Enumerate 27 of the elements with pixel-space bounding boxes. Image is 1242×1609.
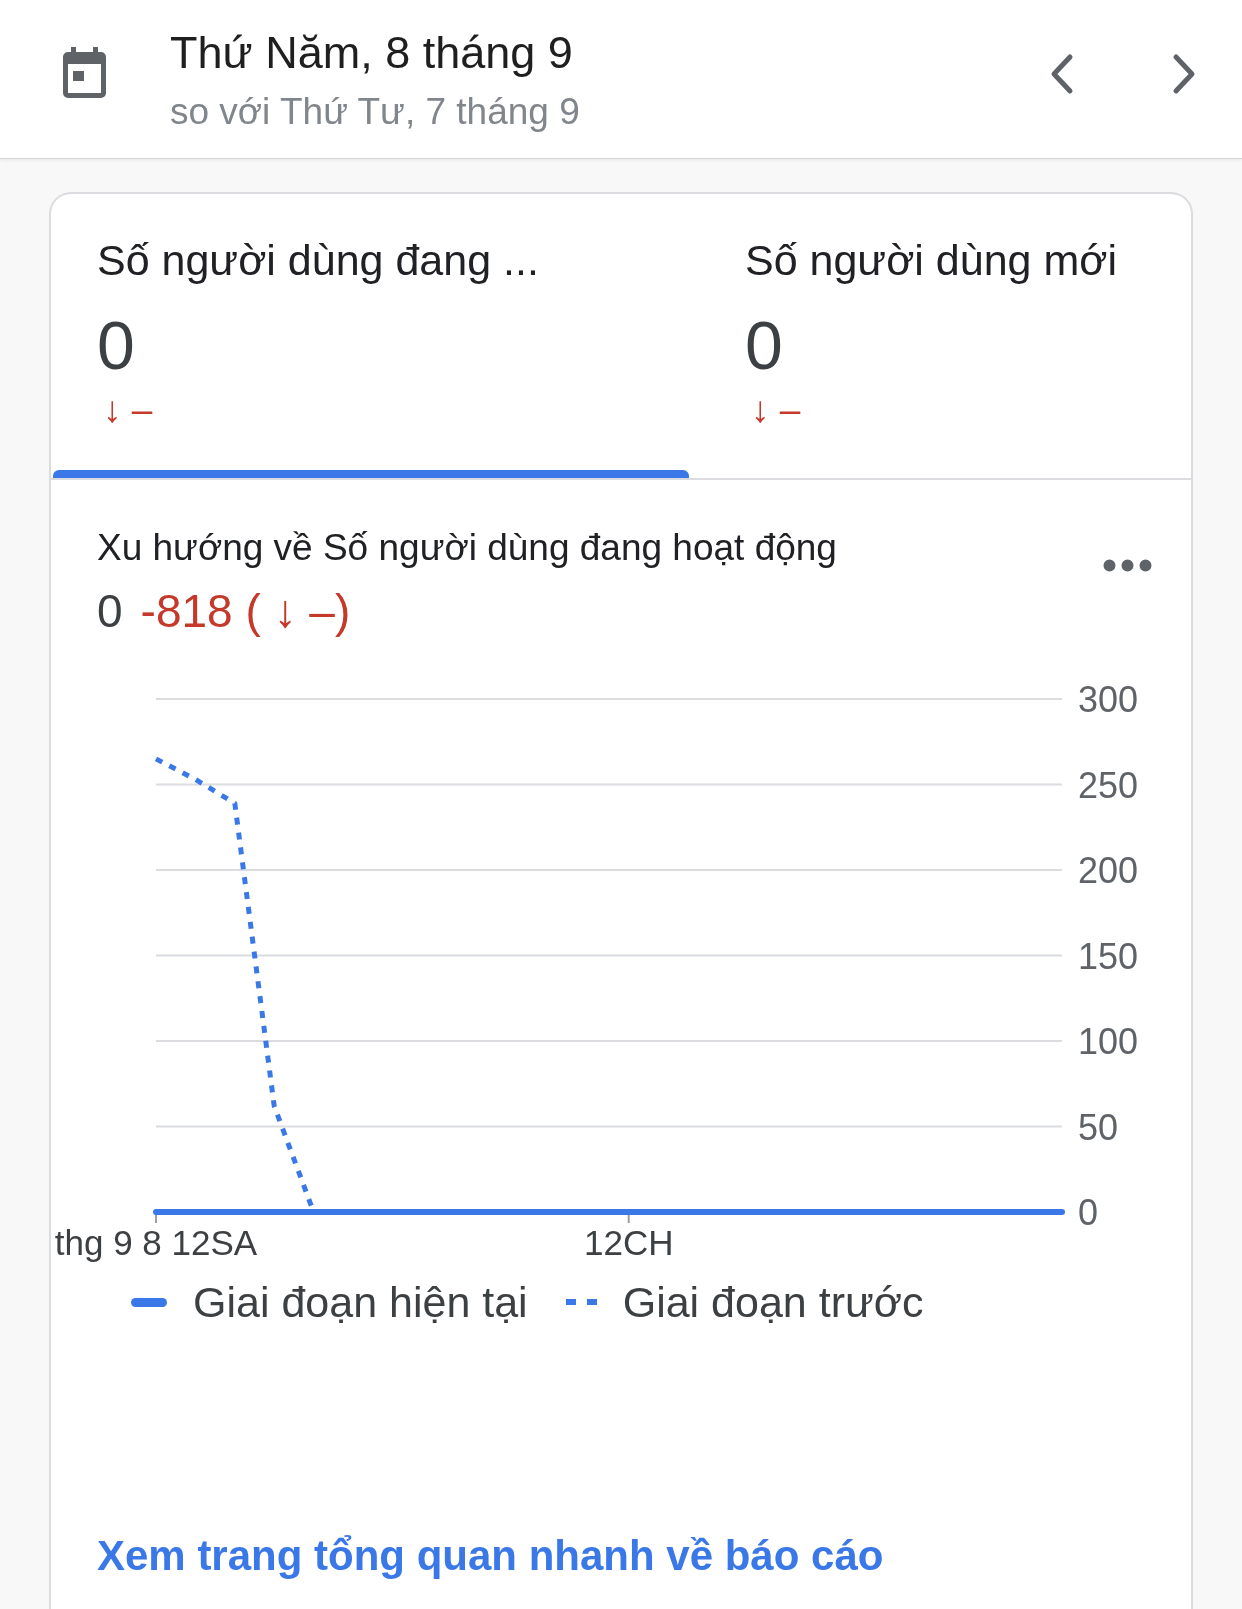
metric-tab[interactable]: Số người dùng mới 0 ↓ – (689, 194, 1191, 478)
comparison-date: so với Thứ Tư, 7 tháng 9 (170, 90, 581, 134)
metric-value: 0 (97, 310, 135, 380)
legend-label: Giai đoạn trước (622, 1277, 924, 1327)
y-axis-label: 300 (1078, 679, 1139, 720)
metric-change: ↓ – (750, 390, 801, 430)
metric-tab[interactable]: Số người dùng đang ... 0 ↓ – (51, 194, 689, 478)
report-overview-link[interactable]: Xem trang tổng quan nhanh về báo cáo (97, 1532, 884, 1579)
y-axis-label: 200 (1078, 850, 1139, 891)
summary-change: -818 ( ↓ –) (140, 585, 351, 637)
metric-value: 0 (745, 310, 783, 380)
y-axis-label: 50 (1078, 1106, 1119, 1148)
dashed-line-icon (565, 1299, 597, 1305)
y-axis-label: 0 (1078, 1192, 1099, 1233)
metric-change: ↓ – (102, 390, 153, 430)
chart-title: Xu hướng về Số người dùng đang hoạt động (97, 526, 837, 570)
x-axis-label: thg 9 8 12SA (54, 1223, 258, 1262)
y-axis-label: 150 (1078, 935, 1139, 977)
more-icon (1103, 559, 1152, 572)
y-axis-label: 100 (1078, 1021, 1139, 1062)
more-button[interactable] (1103, 559, 1152, 572)
x-axis-label: 12CH (583, 1223, 674, 1262)
y-axis-label: 250 (1078, 764, 1139, 806)
date-title: Thứ Năm, 8 tháng 9 (170, 26, 574, 80)
summary-value: 0 (97, 585, 123, 637)
legend-label: Giai đoạn hiện tại (193, 1277, 528, 1327)
calendar-icon[interactable] (62, 46, 107, 98)
